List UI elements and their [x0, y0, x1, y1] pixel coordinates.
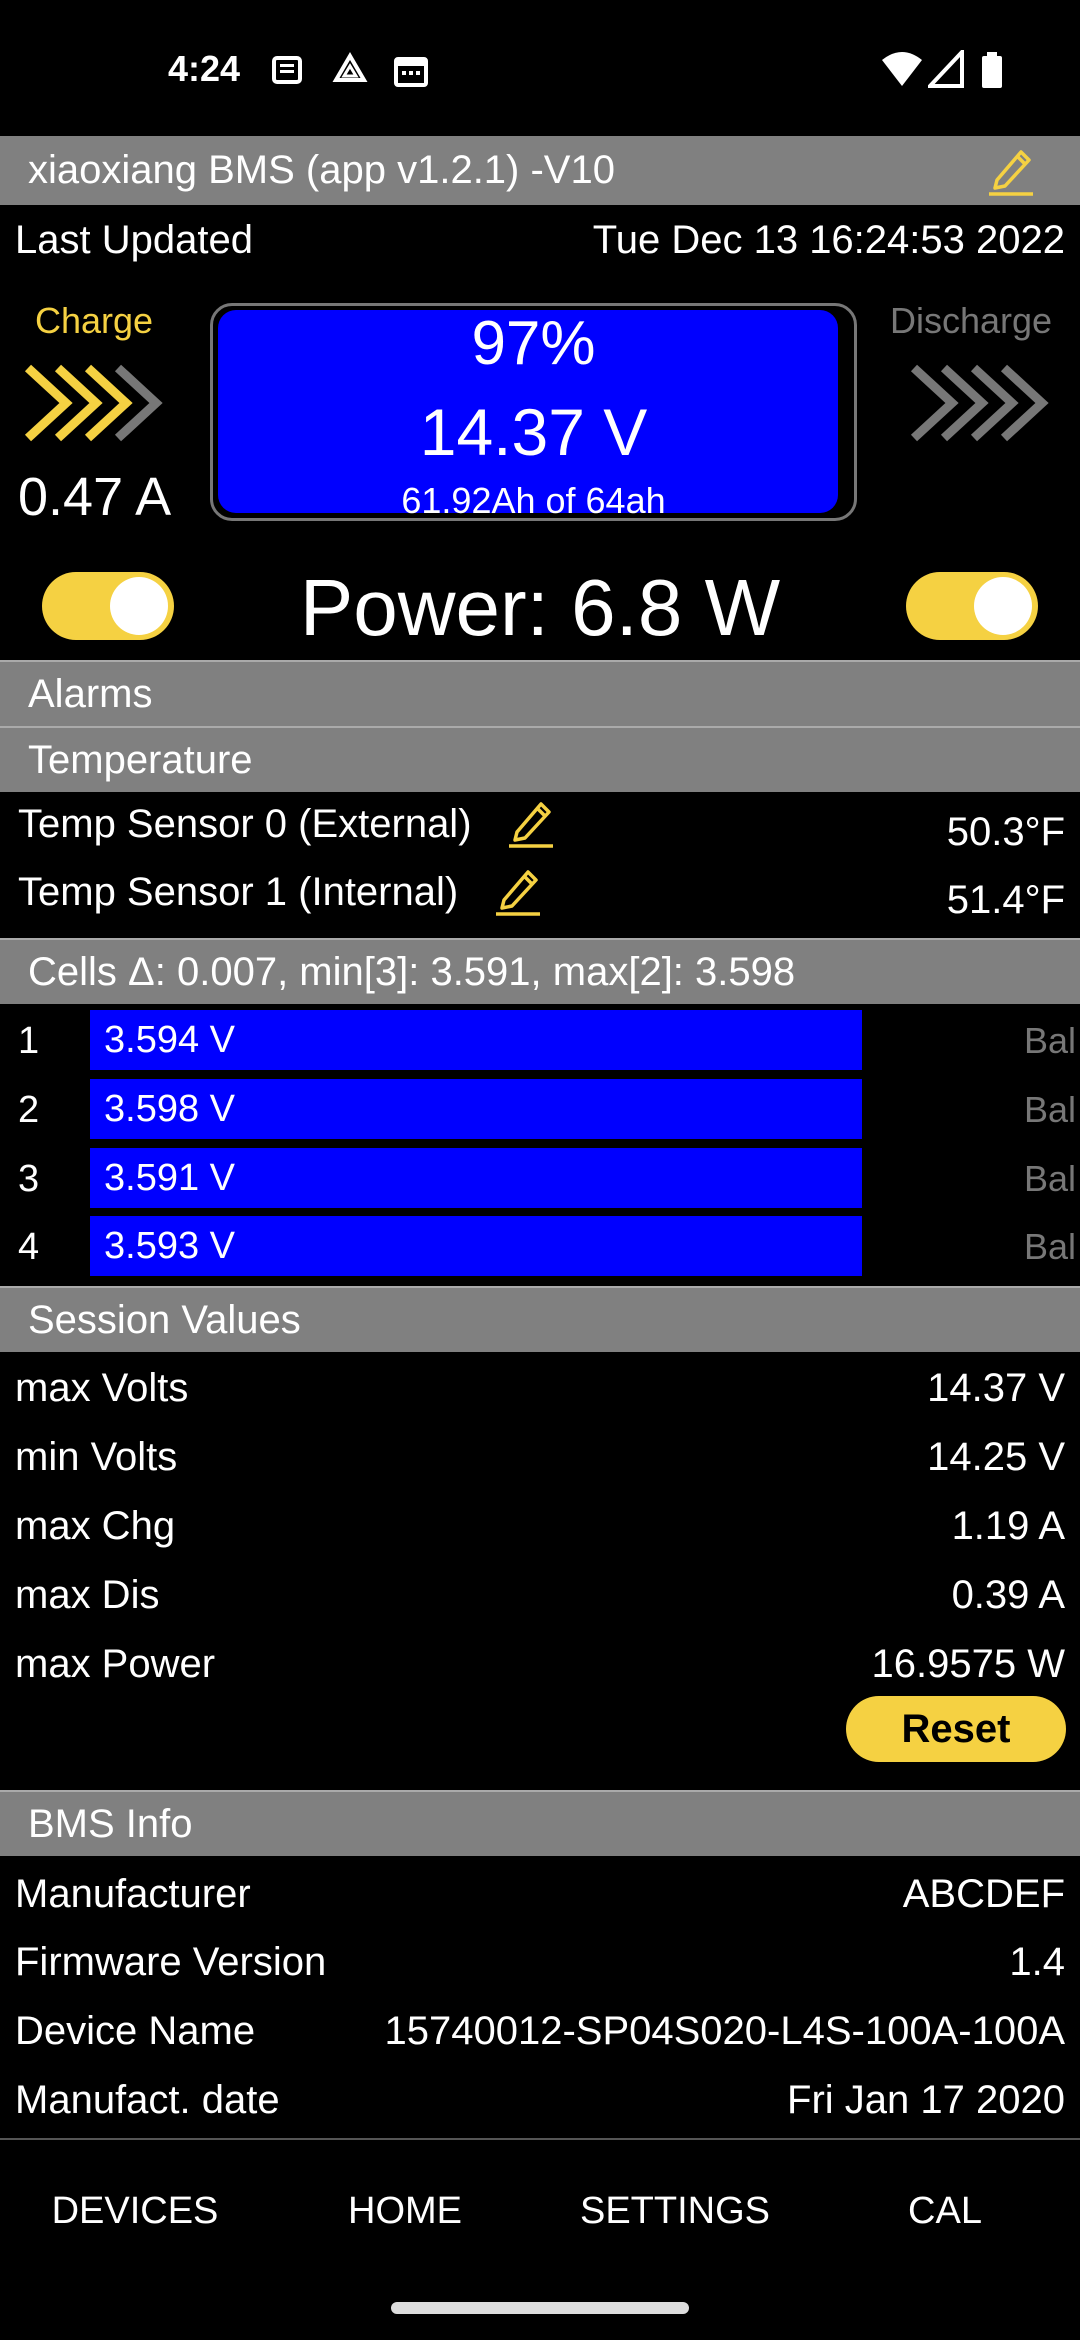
reset-button[interactable]: Reset: [846, 1696, 1066, 1762]
cells-header-label: Cells Δ: 0.007, min[3]: 3.591, max[2]: 3…: [28, 950, 796, 994]
last-updated-value: Tue Dec 13 16:24:53 2022: [592, 218, 1065, 262]
firmware-version-value: 1.4: [1009, 1940, 1065, 1984]
temp-sensor-0-pencil-icon[interactable]: [505, 796, 557, 848]
app-header: xiaoxiang BMS (app v1.2.1) -V10: [0, 136, 1080, 205]
session-max-volts-value: 14.37 V: [927, 1366, 1065, 1410]
session-max-dis-value: 0.39 A: [951, 1573, 1065, 1617]
bms-info-header-label: BMS Info: [28, 1802, 193, 1846]
news-icon: [272, 56, 302, 84]
cell-2-balance: Bal: [1024, 1089, 1077, 1130]
temp-sensor-0-label: Temp Sensor 0 (External): [18, 802, 472, 846]
cell-4-voltage: 3.593 V: [104, 1225, 235, 1267]
charge-chevrons-icon: [24, 364, 163, 442]
bottom-nav: DEVICES HOME SETTINGS CAL: [0, 2138, 1080, 2278]
temperature-header-label: Temperature: [28, 738, 253, 782]
battery-fill: [218, 310, 838, 513]
charge-label: Charge: [35, 300, 154, 341]
nav-devices[interactable]: DEVICES: [0, 2190, 270, 2233]
session-max-chg-value: 1.19 A: [951, 1504, 1065, 1548]
session-max-volts-label: max Volts: [15, 1366, 189, 1410]
device-name-value: 15740012-SP04S020-L4S-100A-100A: [384, 2009, 1065, 2053]
app-title: xiaoxiang BMS (app v1.2.1) -V10: [28, 148, 615, 192]
session-max-power-value: 16.9575 W: [871, 1642, 1065, 1686]
session-min-volts-label: min Volts: [15, 1435, 178, 1479]
session-max-power-label: max Power: [15, 1642, 216, 1686]
session-header: Session Values: [0, 1286, 1080, 1352]
cell-4-bar: 3.593 V: [90, 1216, 862, 1276]
cell-1-voltage: 3.594 V: [104, 1019, 235, 1061]
cell-2-bar: 3.598 V: [90, 1079, 862, 1139]
nav-home[interactable]: HOME: [270, 2190, 540, 2233]
bms-info-header: BMS Info: [0, 1790, 1080, 1856]
cell-4-balance: Bal: [1024, 1226, 1077, 1267]
temp-sensor-1-label: Temp Sensor 1 (Internal): [18, 870, 459, 914]
discharge-chevrons-icon: [910, 364, 1049, 442]
session-max-dis-label: max Dis: [15, 1573, 160, 1617]
calendar-icon: [394, 57, 428, 87]
cell-4-number: 4: [18, 1226, 40, 1268]
manufact-date-label: Manufact. date: [15, 2078, 280, 2122]
battery-icon: [982, 52, 1002, 88]
temp-sensor-1-value: 51.4°F: [946, 878, 1065, 922]
alarms-header: Alarms: [0, 660, 1080, 726]
nav-cal[interactable]: CAL: [810, 2190, 1080, 2233]
cell-1-balance: Bal: [1024, 1020, 1077, 1061]
device-name-label: Device Name: [15, 2009, 256, 2053]
status-bar: 4:24: [0, 0, 1080, 136]
session-min-volts-value: 14.25 V: [927, 1435, 1065, 1479]
temperature-header: Temperature: [0, 726, 1080, 792]
cell-3-bar: 3.591 V: [90, 1148, 862, 1208]
manufacturer-value: ABCDEF: [902, 1872, 1065, 1916]
manufacturer-label: Manufacturer: [15, 1872, 251, 1916]
charge-toggle[interactable]: [42, 572, 174, 640]
discharge-label: Discharge: [890, 300, 1053, 341]
cell-1-bar: 3.594 V: [90, 1010, 862, 1070]
cell-1-number: 1: [18, 1020, 40, 1062]
alarms-header-label: Alarms: [28, 672, 153, 716]
nav-settings[interactable]: SETTINGS: [540, 2190, 810, 2233]
session-max-chg-label: max Chg: [15, 1504, 176, 1548]
signal-icon: [928, 50, 964, 88]
cell-2-number: 2: [18, 1089, 40, 1131]
manufact-date-value: Fri Jan 17 2020: [787, 2078, 1065, 2122]
discharge-toggle[interactable]: [906, 572, 1038, 640]
battery-gauge: [210, 303, 857, 521]
charge-toggle-knob: [110, 577, 168, 635]
cell-3-voltage: 3.591 V: [104, 1157, 235, 1199]
temp-sensor-1-pencil-icon[interactable]: [492, 864, 544, 916]
power-readout: Power: 6.8 W: [299, 563, 781, 652]
last-updated-label: Last Updated: [15, 218, 253, 262]
cell-2-voltage: 3.598 V: [104, 1088, 235, 1130]
charge-current: 0.47 A: [18, 467, 172, 527]
discharge-toggle-knob: [974, 577, 1032, 635]
status-time: 4:24: [168, 48, 241, 89]
firmware-version-label: Firmware Version: [15, 1940, 327, 1984]
wifi-icon: [882, 52, 922, 86]
cell-3-balance: Bal: [1024, 1158, 1077, 1199]
session-header-label: Session Values: [28, 1298, 301, 1342]
edit-title-pencil-icon[interactable]: [985, 144, 1037, 196]
drive-icon: [332, 52, 368, 82]
home-indicator[interactable]: [391, 2302, 689, 2314]
cell-3-number: 3: [18, 1158, 40, 1200]
temp-sensor-0-value: 50.3°F: [946, 810, 1065, 854]
cells-header: Cells Δ: 0.007, min[3]: 3.591, max[2]: 3…: [0, 938, 1080, 1004]
